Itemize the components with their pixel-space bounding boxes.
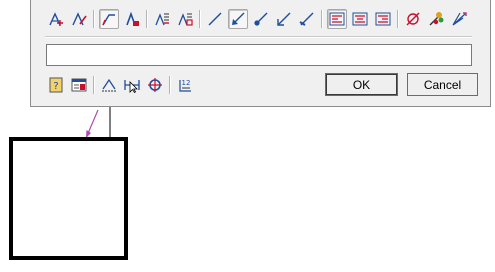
separator-line [45, 36, 472, 38]
text-add-icon[interactable] [46, 9, 66, 29]
line-plain-icon[interactable] [205, 9, 225, 29]
toolbar-separator [199, 10, 201, 28]
drawn-rectangle[interactable] [9, 137, 128, 260]
text-stack-box-icon[interactable] [175, 9, 195, 29]
text-stack-icon[interactable] [152, 9, 172, 29]
diameter-symbol-icon[interactable] [403, 9, 423, 29]
leader-arrow-icon[interactable] [228, 9, 248, 29]
svg-text:?: ? [53, 81, 58, 92]
text-input[interactable] [46, 44, 472, 66]
help-book-icon[interactable]: ? [46, 75, 66, 95]
superscript-icon[interactable]: 12 [175, 75, 195, 95]
leader-open-arrow-icon[interactable] [274, 9, 294, 29]
tools-toolbar: ? 12 [46, 74, 198, 96]
text-bold-leader-icon[interactable] [122, 9, 142, 29]
toolbar-separator [169, 76, 171, 94]
property-editor-icon[interactable] [69, 75, 89, 95]
ok-button[interactable]: OK [325, 73, 398, 96]
leader-slash-icon[interactable] [297, 9, 317, 29]
target-snap-icon[interactable] [145, 75, 165, 95]
multi-leader-icon[interactable] [449, 9, 469, 29]
align-left-icon[interactable] [327, 9, 347, 29]
leader-text-icon[interactable] [99, 9, 119, 29]
drawing-canvas[interactable] [0, 107, 495, 272]
toolbar-separator [397, 10, 399, 28]
cancel-button[interactable]: Cancel [407, 73, 478, 96]
toolbar-separator [146, 10, 148, 28]
toolbar-separator [93, 76, 95, 94]
text-edit-icon[interactable] [69, 9, 89, 29]
toolbar-separator [93, 10, 95, 28]
align-right-icon[interactable] [373, 9, 393, 29]
ruler-scale-icon[interactable] [99, 75, 119, 95]
move-cursor-icon[interactable] [122, 75, 142, 95]
color-fill-icon[interactable] [426, 9, 446, 29]
text-dialog: ? 12 OK Cancel [30, 0, 491, 107]
formatting-toolbar [46, 8, 472, 30]
align-center-icon[interactable] [350, 9, 370, 29]
svg-text:12: 12 [182, 79, 191, 87]
leader-dot-icon[interactable] [251, 9, 271, 29]
toolbar-separator [321, 10, 323, 28]
